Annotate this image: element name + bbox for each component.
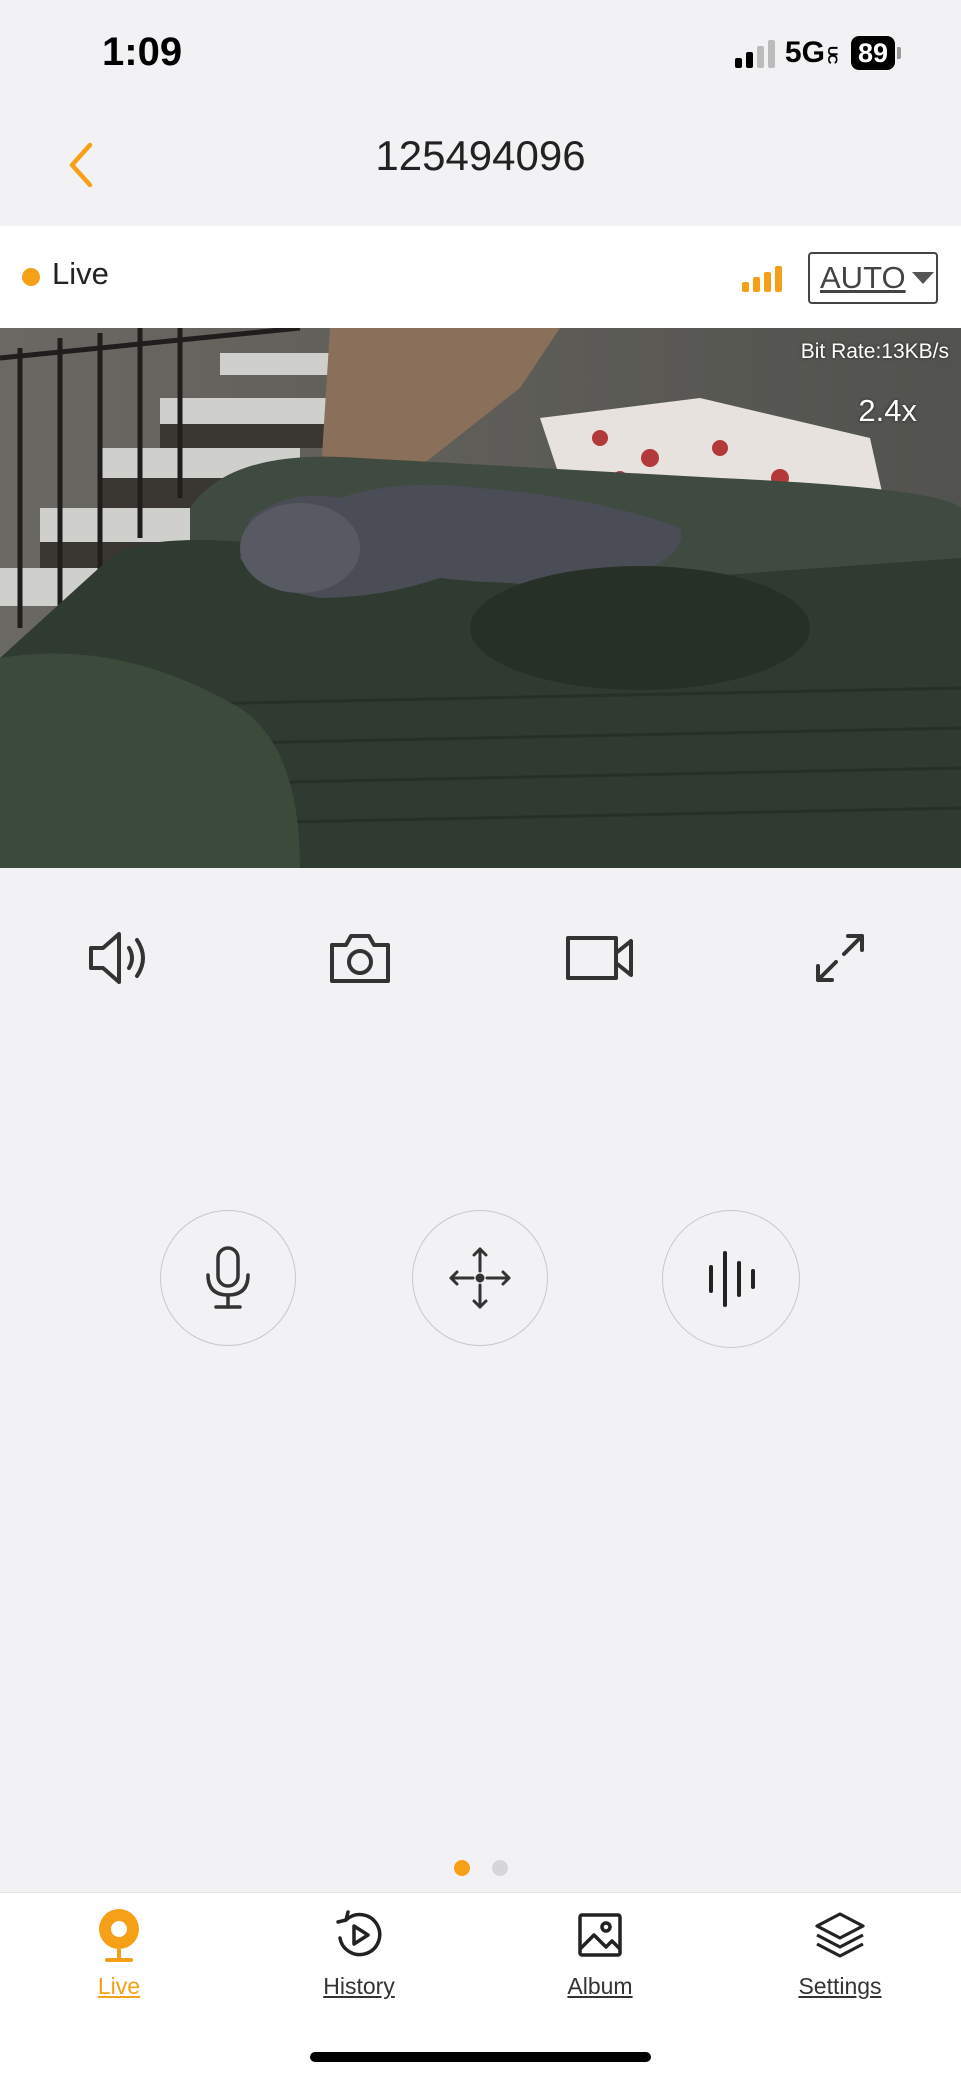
quality-value: AUTO [820,260,906,295]
microphone-icon [206,1246,250,1309]
camera-icon [330,934,390,983]
status-indicators: 5GUC 89 [734,36,901,70]
network-type: 5GUC [785,36,841,70]
video-record-icon [566,936,633,980]
signal-strength-icon [742,262,782,292]
tab-label: Album [567,1973,633,1999]
page-title: 125494096 [375,132,586,179]
speaker-icon [89,932,145,984]
record-button[interactable] [558,916,642,1000]
status-time: 1:09 [102,30,183,74]
live-video-feed[interactable]: Bit Rate:13KB/s 2.4x [0,328,961,868]
tab-label: History [323,1973,395,1999]
sound-wave-icon [709,1251,755,1307]
fullscreen-button[interactable] [798,916,882,1000]
status-bar: 1:09 5GUC 89 [0,0,961,110]
video-frame [0,328,961,868]
bit-rate-readout: Bit Rate:13KB/s [800,340,949,363]
camera-pin-icon [91,1907,147,1963]
tab-label: Settings [798,1973,882,1999]
home-indicator[interactable] [310,2052,651,2062]
history-play-icon [331,1907,387,1963]
image-icon [572,1907,628,1963]
cellular-signal-icon [734,38,775,68]
nav-bar: 125494096 [0,110,961,226]
expand-icon [816,934,864,982]
speaker-button[interactable] [78,916,162,1000]
live-status-bar: Live AUTO [0,226,961,328]
network-suffix: UC [824,45,841,62]
snapshot-button[interactable] [318,916,402,1000]
page-dot-active[interactable] [453,1860,470,1876]
page-dot[interactable] [491,1860,508,1876]
network-label: 5G [784,36,825,69]
pan-tilt-button[interactable] [412,1210,548,1346]
tab-live[interactable]: Live [19,1907,219,2000]
quality-dropdown[interactable]: AUTO [808,252,938,304]
caret-down-icon [911,272,934,284]
tab-history[interactable]: History [259,1907,459,2000]
tab-settings[interactable]: Settings [740,1907,940,2000]
live-status-label: Live [52,256,109,291]
zoom-level: 2.4x [858,393,917,428]
layers-icon [812,1907,868,1963]
move-arrows-icon [449,1247,511,1309]
battery-level: 89 [850,36,895,70]
tab-label: Live [97,1973,141,1999]
video-toolbar [0,916,961,1000]
voice-button[interactable] [662,1210,800,1348]
talk-button[interactable] [160,1210,296,1346]
page-indicator [0,1860,961,1876]
tab-album[interactable]: Album [500,1907,700,2000]
live-indicator-dot [22,268,40,286]
battery-icon: 89 [850,36,901,70]
